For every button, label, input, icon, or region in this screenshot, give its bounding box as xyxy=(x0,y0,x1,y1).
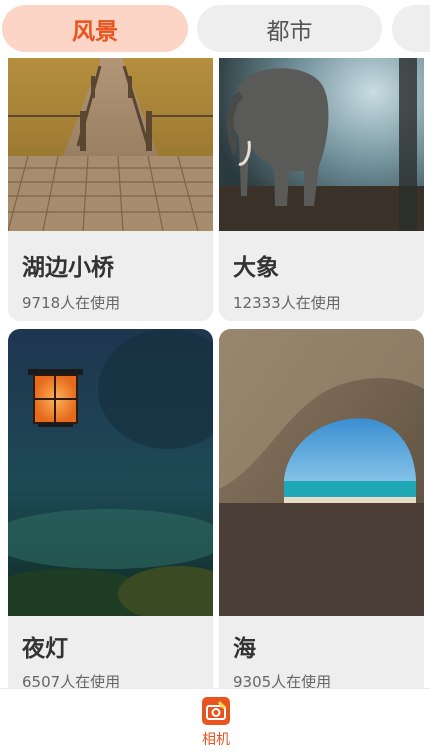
card-usage-count: 9718人在使用 xyxy=(22,294,121,312)
bottom-navigation: 相机 xyxy=(0,688,430,754)
nav-label: 相机 xyxy=(202,732,230,748)
card-usage-count: 6507人在使用 xyxy=(22,673,121,688)
template-card[interactable]: 夜灯 6507人在使用 xyxy=(8,329,213,688)
card-title: 海 xyxy=(233,636,256,662)
tab-city[interactable]: 都市 xyxy=(197,5,382,52)
card-usage-count: 9305人在使用 xyxy=(233,673,332,688)
tab-scenery[interactable]: 风景 xyxy=(2,5,188,52)
sea-cave-photo xyxy=(219,329,424,616)
card-title: 大象 xyxy=(233,255,279,281)
template-card[interactable]: 湖边小桥 9718人在使用 xyxy=(8,58,213,321)
template-card[interactable]: 海 9305人在使用 xyxy=(219,329,424,688)
nav-item-camera[interactable]: 相机 xyxy=(190,697,242,751)
template-grid: 湖边小桥 9718人在使用 大象 12333人在使用 夜灯 6507人在使用 海… xyxy=(0,58,430,688)
elephant-forest-photo xyxy=(219,58,424,231)
card-usage-count: 12333人在使用 xyxy=(233,294,341,312)
card-title: 湖边小桥 xyxy=(22,255,114,281)
category-tabs: 风景 都市 xyxy=(0,0,430,58)
night-lantern-photo xyxy=(8,329,213,616)
camera-edit-icon xyxy=(202,697,230,725)
wooden-boardwalk-photo xyxy=(8,58,213,231)
card-title: 夜灯 xyxy=(22,636,68,662)
template-card[interactable]: 大象 12333人在使用 xyxy=(219,58,424,321)
tab-next[interactable] xyxy=(392,5,430,52)
